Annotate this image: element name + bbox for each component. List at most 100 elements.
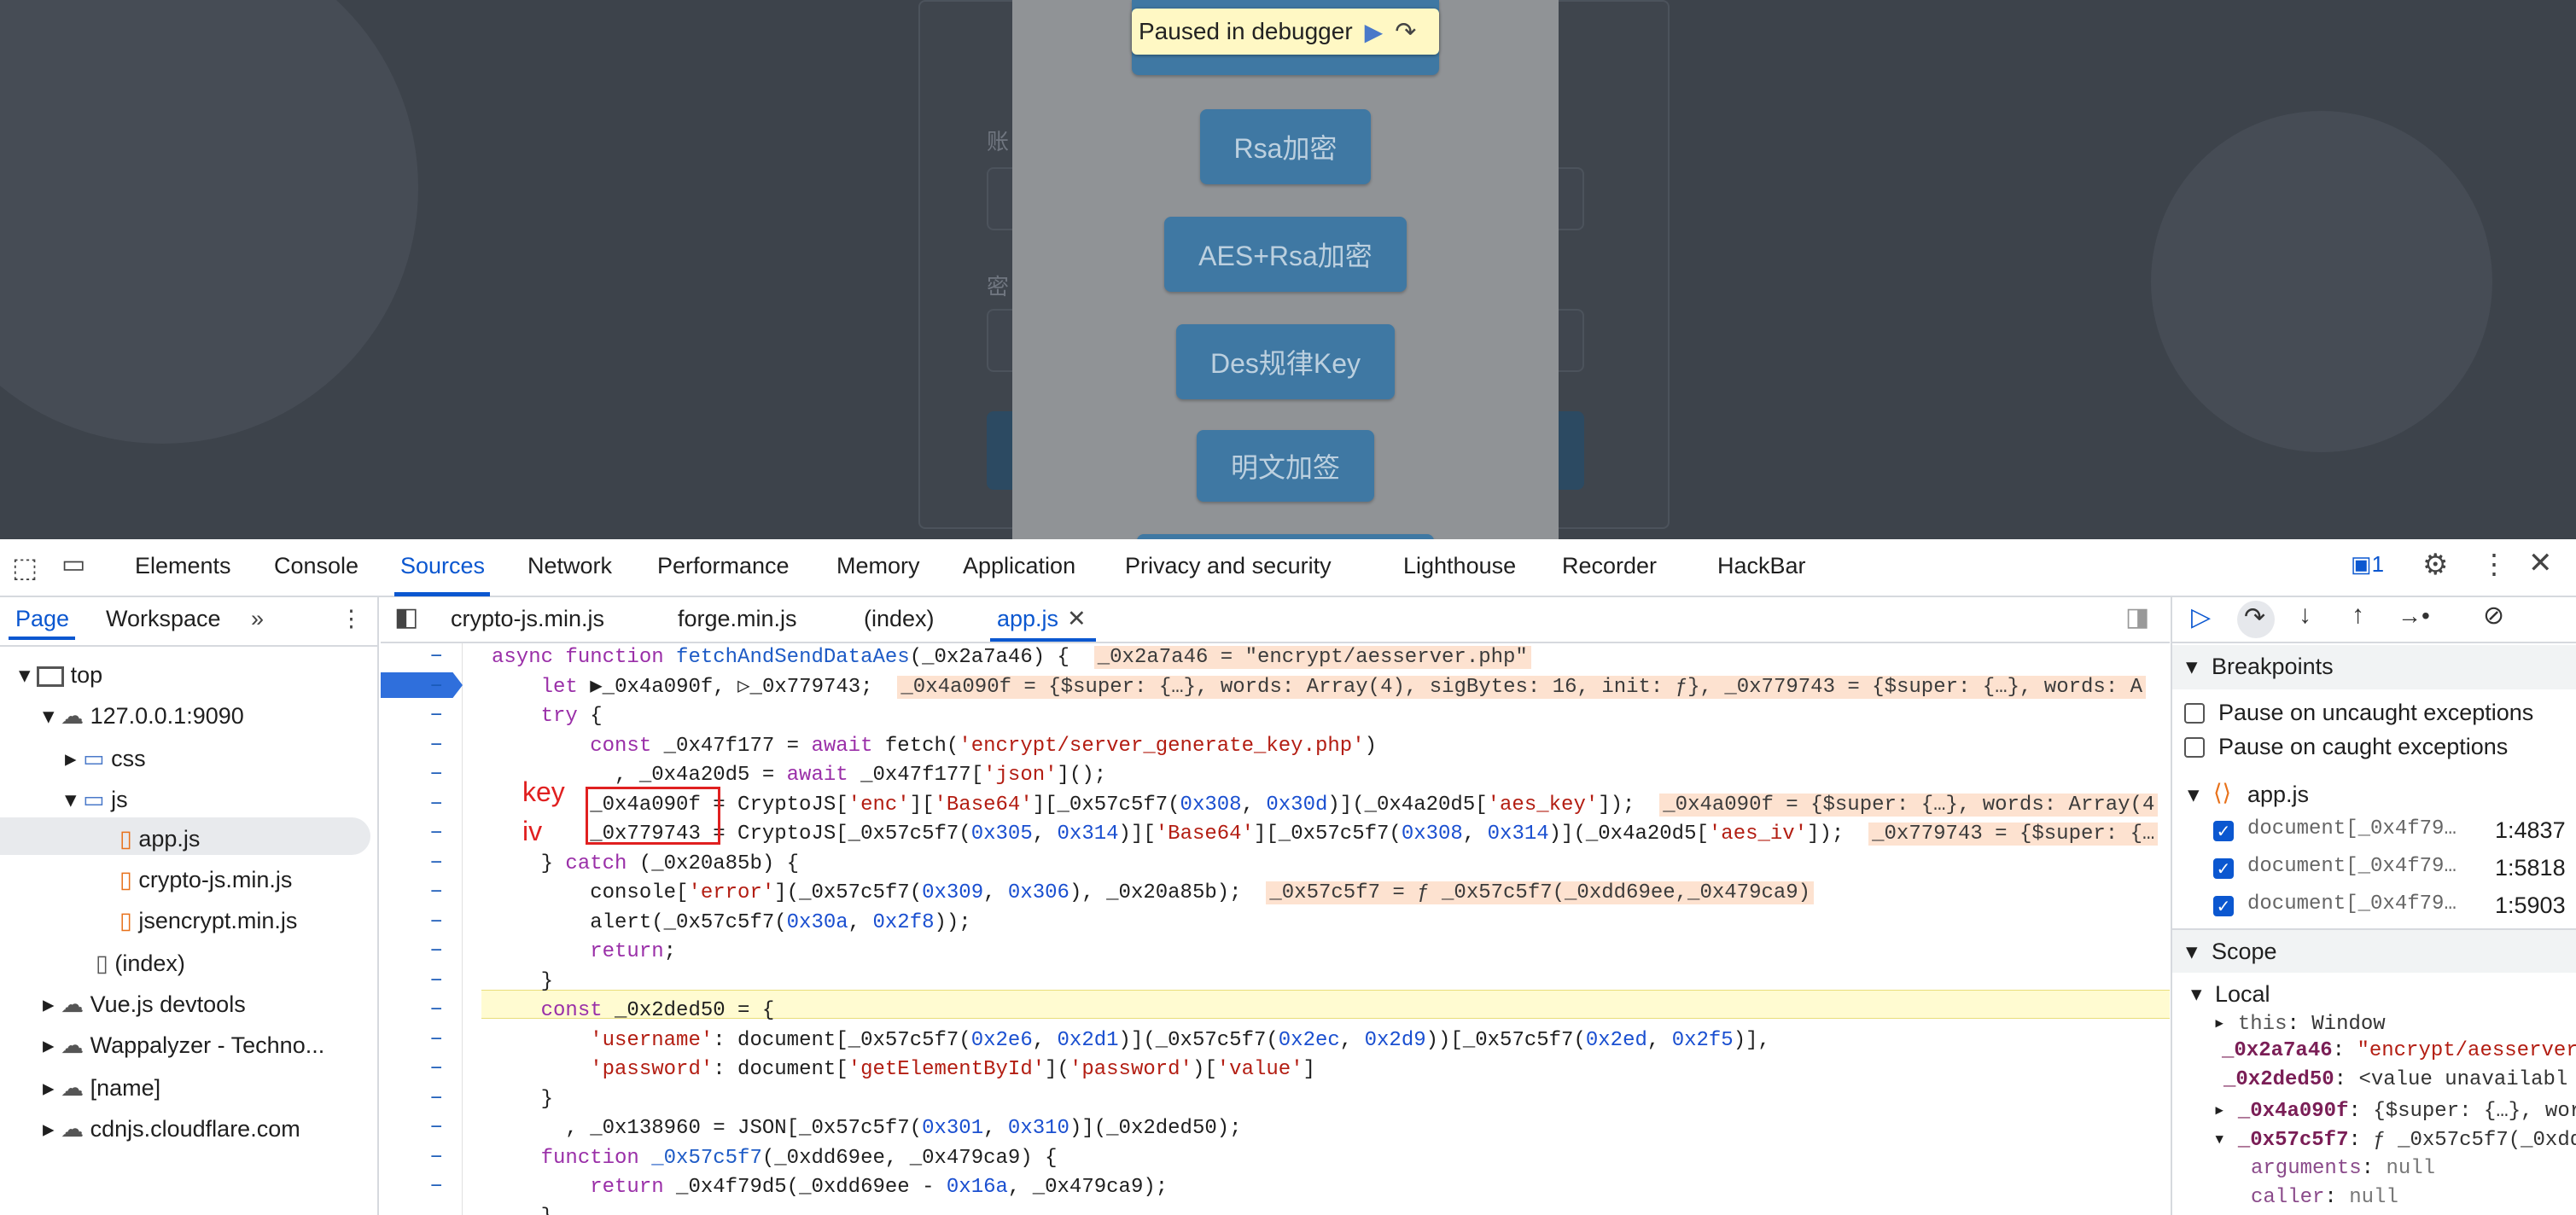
step-over-icon[interactable]: ↷ bbox=[1395, 17, 1416, 47]
file-tab-crypto-js[interactable]: crypto-js.min.js bbox=[451, 606, 604, 632]
scope-row[interactable]: arguments: null bbox=[2251, 1157, 2435, 1180]
tree-item-index[interactable]: ▯ (index) bbox=[96, 950, 185, 977]
settings-gear-icon[interactable]: ⚙ bbox=[2422, 548, 2448, 582]
breakpoint-label[interactable]: document[_0x4f79… bbox=[2247, 855, 2457, 878]
breakpoint-label[interactable]: document[_0x4f79… bbox=[2247, 892, 2457, 916]
gutter-mark[interactable]: − bbox=[430, 732, 447, 761]
tree-item-host[interactable]: ▾ ☁ 127.0.0.1:9090 bbox=[43, 703, 244, 730]
tab-recorder[interactable]: Recorder bbox=[1562, 553, 1657, 579]
close-tab-icon[interactable]: ✕ bbox=[1067, 606, 1087, 632]
expand-arrow-icon[interactable]: ▾ bbox=[2191, 981, 2202, 1007]
file-tab-forge[interactable]: forge.min.js bbox=[678, 606, 797, 632]
tab-network[interactable]: Network bbox=[527, 553, 612, 579]
expand-arrow-icon[interactable]: ▾ bbox=[2188, 782, 2200, 808]
gutter-mark[interactable]: − bbox=[430, 820, 447, 849]
file-tab-app-js[interactable]: app.js bbox=[997, 606, 1058, 632]
toggle-navigator-icon[interactable]: ◧ bbox=[394, 602, 418, 632]
tab-privacy-security[interactable]: Privacy and security bbox=[1125, 553, 1332, 579]
toggle-debugger-pane-icon[interactable]: ◨ bbox=[2125, 602, 2149, 632]
code-line[interactable]: − , _0x138960 = JSON[_0x57c5f7(0x301, 0x… bbox=[381, 1114, 2170, 1143]
scope-row[interactable]: ▾ _0x57c5f7: ƒ _0x57c5f7(_0xdd bbox=[2213, 1126, 2576, 1152]
gutter-mark[interactable]: − bbox=[430, 1114, 447, 1143]
close-devtools-icon[interactable]: ✕ bbox=[2528, 546, 2553, 580]
des-key-button[interactable]: Des规律Key bbox=[1176, 324, 1395, 399]
tab-lighthouse[interactable]: Lighthouse bbox=[1403, 553, 1516, 579]
tree-item-vue-devtools[interactable]: ▸ ☁ Vue.js devtools bbox=[43, 991, 246, 1018]
code-line[interactable]: − 'password': document['getElementById']… bbox=[381, 1055, 2170, 1084]
code-line[interactable]: − return; bbox=[381, 938, 2170, 967]
scope-row[interactable]: ▸ this: Window bbox=[2213, 1010, 2386, 1036]
tree-item-name[interactable]: ▸ ☁ [name] bbox=[43, 1075, 160, 1102]
scope-header[interactable]: ▾ Scope bbox=[2172, 928, 2576, 973]
code-line[interactable]: − } bbox=[381, 968, 2170, 997]
gutter-mark[interactable]: − bbox=[430, 850, 447, 879]
resume-icon[interactable]: ▶ bbox=[1365, 18, 1384, 46]
code-editor[interactable]: − async function fetchAndSendDataAes(_0x2… bbox=[381, 643, 2170, 1215]
gutter-mark[interactable]: − bbox=[430, 909, 447, 938]
aes-rsa-encrypt-button[interactable]: AES+Rsa加密 bbox=[1164, 217, 1407, 292]
code-line[interactable]: − } catch (_0x20a85b) { bbox=[381, 850, 2170, 879]
code-line[interactable]: − 'username': document[_0x57c5f7(0x2e6, … bbox=[381, 1026, 2170, 1055]
navigator-tab-page[interactable]: Page bbox=[15, 606, 69, 632]
issues-badge[interactable]: ▣1 bbox=[2351, 551, 2384, 578]
gutter-mark[interactable]: − bbox=[430, 673, 447, 702]
tab-console[interactable]: Console bbox=[274, 553, 358, 579]
plaintext-sign-button[interactable]: 明文加签 bbox=[1197, 430, 1374, 502]
inspect-element-icon[interactable]: ⬚ bbox=[12, 551, 38, 584]
gutter-mark[interactable]: − bbox=[430, 643, 447, 672]
step-icon[interactable]: →• bbox=[2398, 602, 2430, 630]
gutter-mark[interactable]: − bbox=[430, 968, 447, 997]
deactivate-breakpoints-icon[interactable]: ⊘ bbox=[2483, 601, 2504, 631]
gutter-mark[interactable]: − bbox=[430, 938, 447, 967]
device-toolbar-icon[interactable]: ▭ bbox=[61, 549, 85, 579]
tree-item-wappalyzer[interactable]: ▸ ☁ Wappalyzer - Techno... bbox=[43, 1032, 324, 1059]
step-out-icon[interactable]: ↑ bbox=[2352, 601, 2364, 630]
scope-row[interactable]: _0x2a7a46: "encrypt/aesserver bbox=[2222, 1039, 2576, 1062]
tab-sources[interactable]: Sources bbox=[400, 553, 485, 579]
gutter-mark[interactable]: − bbox=[430, 791, 447, 820]
breakpoint-checkbox[interactable]: ✓ bbox=[2213, 821, 2234, 841]
code-line[interactable]: − console['error'](_0x57c5f7(0x309, 0x30… bbox=[381, 879, 2170, 908]
code-line[interactable]: − const _0x47f177 = await fetch('encrypt… bbox=[381, 732, 2170, 761]
code-line[interactable]: − function _0x57c5f7(_0xdd69ee, _0x479ca… bbox=[381, 1144, 2170, 1173]
tab-memory[interactable]: Memory bbox=[836, 553, 920, 579]
gutter-mark[interactable]: − bbox=[430, 1026, 447, 1055]
code-line[interactable]: − return _0x4f79d5(_0xdd69ee - 0x16a, _0… bbox=[381, 1173, 2170, 1202]
resume-icon[interactable]: ▷ bbox=[2191, 602, 2211, 632]
tab-elements[interactable]: Elements bbox=[135, 553, 231, 579]
code-line[interactable]: − const _0x2ded50 = { bbox=[381, 997, 2170, 1026]
navigator-menu-icon[interactable]: ⋮ bbox=[340, 606, 363, 632]
tree-item-jsencrypt[interactable]: ▯ jsencrypt.min.js bbox=[119, 908, 297, 934]
tree-item-cdnjs[interactable]: ▸ ☁ cdnjs.cloudflare.com bbox=[43, 1116, 300, 1142]
step-into-icon[interactable]: ↓ bbox=[2299, 601, 2311, 630]
tree-item-css[interactable]: ▸ ▭ css bbox=[65, 746, 146, 772]
code-line[interactable]: − , _0x4a20d5 = await _0x47f177['json'](… bbox=[381, 761, 2170, 790]
tree-item-js[interactable]: ▾ ▭ js bbox=[65, 787, 128, 813]
tree-item-top[interactable]: ▾ top bbox=[19, 662, 102, 689]
tree-item-app-js[interactable]: ▯ app.js bbox=[119, 826, 200, 852]
code-line[interactable]: − async function fetchAndSendDataAes(_0x2… bbox=[381, 643, 2170, 672]
gutter-mark[interactable]: − bbox=[430, 702, 447, 731]
gutter-mark[interactable]: − bbox=[430, 1144, 447, 1173]
more-tabs-chevron-icon[interactable]: » bbox=[251, 606, 264, 632]
breakpoints-header[interactable]: ▾ Breakpoints bbox=[2172, 645, 2576, 689]
gutter-mark[interactable]: − bbox=[430, 997, 447, 1026]
tab-application[interactable]: Application bbox=[963, 553, 1075, 579]
tree-item-crypto-js[interactable]: ▯ crypto-js.min.js bbox=[119, 867, 292, 893]
scope-row[interactable]: ▸ _0x4a090f: {$super: {…}, word bbox=[2213, 1097, 2576, 1123]
file-tab-index[interactable]: (index) bbox=[864, 606, 935, 632]
gutter-mark[interactable]: − bbox=[430, 1055, 447, 1084]
scope-row[interactable]: _0x2ded50: <value unavailabl bbox=[2223, 1068, 2567, 1091]
gutter-mark[interactable]: − bbox=[430, 1173, 447, 1202]
gutter-mark[interactable]: − bbox=[430, 879, 447, 908]
pause-caught-checkbox[interactable] bbox=[2184, 737, 2205, 758]
breakpoint-checkbox[interactable]: ✓ bbox=[2213, 858, 2234, 879]
pause-uncaught-checkbox[interactable] bbox=[2184, 703, 2205, 724]
tab-hackbar[interactable]: HackBar bbox=[1717, 553, 1806, 579]
tab-performance[interactable]: Performance bbox=[657, 553, 790, 579]
scope-row[interactable]: caller: null bbox=[2251, 1186, 2398, 1209]
more-options-icon[interactable]: ⋮ bbox=[2480, 548, 2508, 580]
code-line[interactable]: − alert(_0x57c5f7(0x30a, 0x2f8)); bbox=[381, 909, 2170, 938]
rsa-encrypt-button[interactable]: Rsa加密 bbox=[1200, 109, 1371, 184]
navigator-tab-workspace[interactable]: Workspace bbox=[106, 606, 221, 632]
